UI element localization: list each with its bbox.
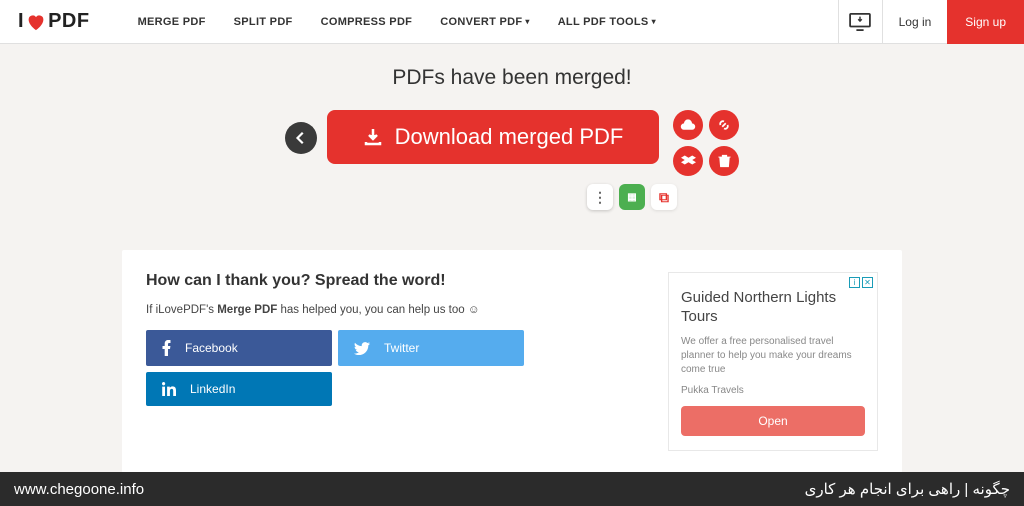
arrow-left-icon	[294, 131, 308, 145]
chevron-down-icon: ▾	[525, 17, 529, 26]
twitter-share-button[interactable]: Twitter	[338, 330, 524, 366]
page-title: PDFs have been merged!	[0, 66, 1024, 90]
monitor-download-icon	[849, 13, 871, 31]
nav-split[interactable]: SPLIT PDF	[234, 16, 293, 28]
google-drive-button[interactable]	[673, 110, 703, 140]
twitter-icon	[354, 342, 370, 355]
qr-button[interactable]: ▦	[619, 184, 645, 210]
facebook-share-button[interactable]: Facebook	[146, 330, 332, 366]
nav-all-tools[interactable]: ALL PDF TOOLS▾	[558, 16, 656, 28]
heart-icon	[26, 13, 46, 31]
share-buttons: Facebook Twitter LinkedIn	[146, 330, 648, 406]
thank-you-card: How can I thank you? Spread the word! If…	[122, 250, 902, 473]
nav: MERGE PDF SPLIT PDF COMPRESS PDF CONVERT…	[138, 16, 656, 28]
ad-close-icon: ✕	[862, 277, 873, 288]
cloud-icon	[680, 119, 696, 131]
dropbox-icon	[681, 155, 696, 168]
download-button[interactable]: Download merged PDF	[327, 110, 660, 164]
back-button[interactable]	[285, 122, 317, 154]
logo-text-left: I	[18, 10, 24, 33]
footer-url: www.chegoone.info	[14, 481, 144, 498]
side-buttons	[673, 110, 739, 176]
grid-icon: ▦	[627, 192, 636, 203]
ad-brand: Pukka Travels	[681, 385, 865, 396]
nav-merge[interactable]: MERGE PDF	[138, 16, 206, 28]
footer-tagline: چگونه | راهی برای انجام هر کاری	[805, 480, 1010, 498]
ad-description: We offer a free personalised travel plan…	[681, 335, 865, 377]
dropbox-button[interactable]	[673, 146, 703, 176]
link-icon	[717, 118, 731, 132]
linkedin-share-button[interactable]: LinkedIn	[146, 372, 332, 406]
main: PDFs have been merged! Download merged P…	[0, 44, 1024, 473]
card-title: How can I thank you? Spread the word!	[146, 272, 648, 290]
card-left: How can I thank you? Spread the word! If…	[146, 272, 648, 451]
linkedin-icon	[162, 382, 176, 396]
nav-convert[interactable]: CONVERT PDF▾	[440, 16, 529, 28]
ad-badge[interactable]: i✕	[849, 277, 873, 288]
desktop-app-button[interactable]	[838, 0, 882, 44]
copy-button[interactable]: ⧉	[651, 184, 677, 210]
dots-vertical-icon: ⋮	[593, 189, 607, 206]
facebook-icon	[162, 340, 171, 356]
logo-text-right: PDF	[48, 10, 90, 33]
link-button[interactable]	[709, 110, 739, 140]
header: I PDF MERGE PDF SPLIT PDF COMPRESS PDF C…	[0, 0, 1024, 44]
ad-title[interactable]: Guided Northern Lights Tours	[681, 289, 865, 327]
footer: www.chegoone.info چگونه | راهی برای انجا…	[0, 472, 1024, 506]
ad-info-icon: i	[849, 277, 860, 288]
copy-icon: ⧉	[659, 189, 669, 206]
ad-open-button[interactable]: Open	[681, 406, 865, 436]
chevron-down-icon: ▾	[652, 17, 656, 26]
delete-button[interactable]	[709, 146, 739, 176]
login-button[interactable]: Log in	[882, 0, 948, 44]
more-options-button[interactable]: ⋮	[587, 184, 613, 210]
trash-icon	[718, 154, 731, 168]
action-row: Download merged PDF	[0, 110, 1024, 176]
logo[interactable]: I PDF	[0, 10, 108, 33]
download-label: Download merged PDF	[395, 124, 624, 150]
ad-box: i✕ Guided Northern Lights Tours We offer…	[668, 272, 878, 451]
download-icon	[363, 127, 383, 147]
small-actions: ⋮ ▦ ⧉	[240, 184, 1024, 210]
header-right: Log in Sign up	[838, 0, 1024, 43]
signup-button[interactable]: Sign up	[947, 0, 1024, 44]
nav-compress[interactable]: COMPRESS PDF	[321, 16, 413, 28]
card-text: If iLovePDF's Merge PDF has helped you, …	[146, 304, 648, 316]
